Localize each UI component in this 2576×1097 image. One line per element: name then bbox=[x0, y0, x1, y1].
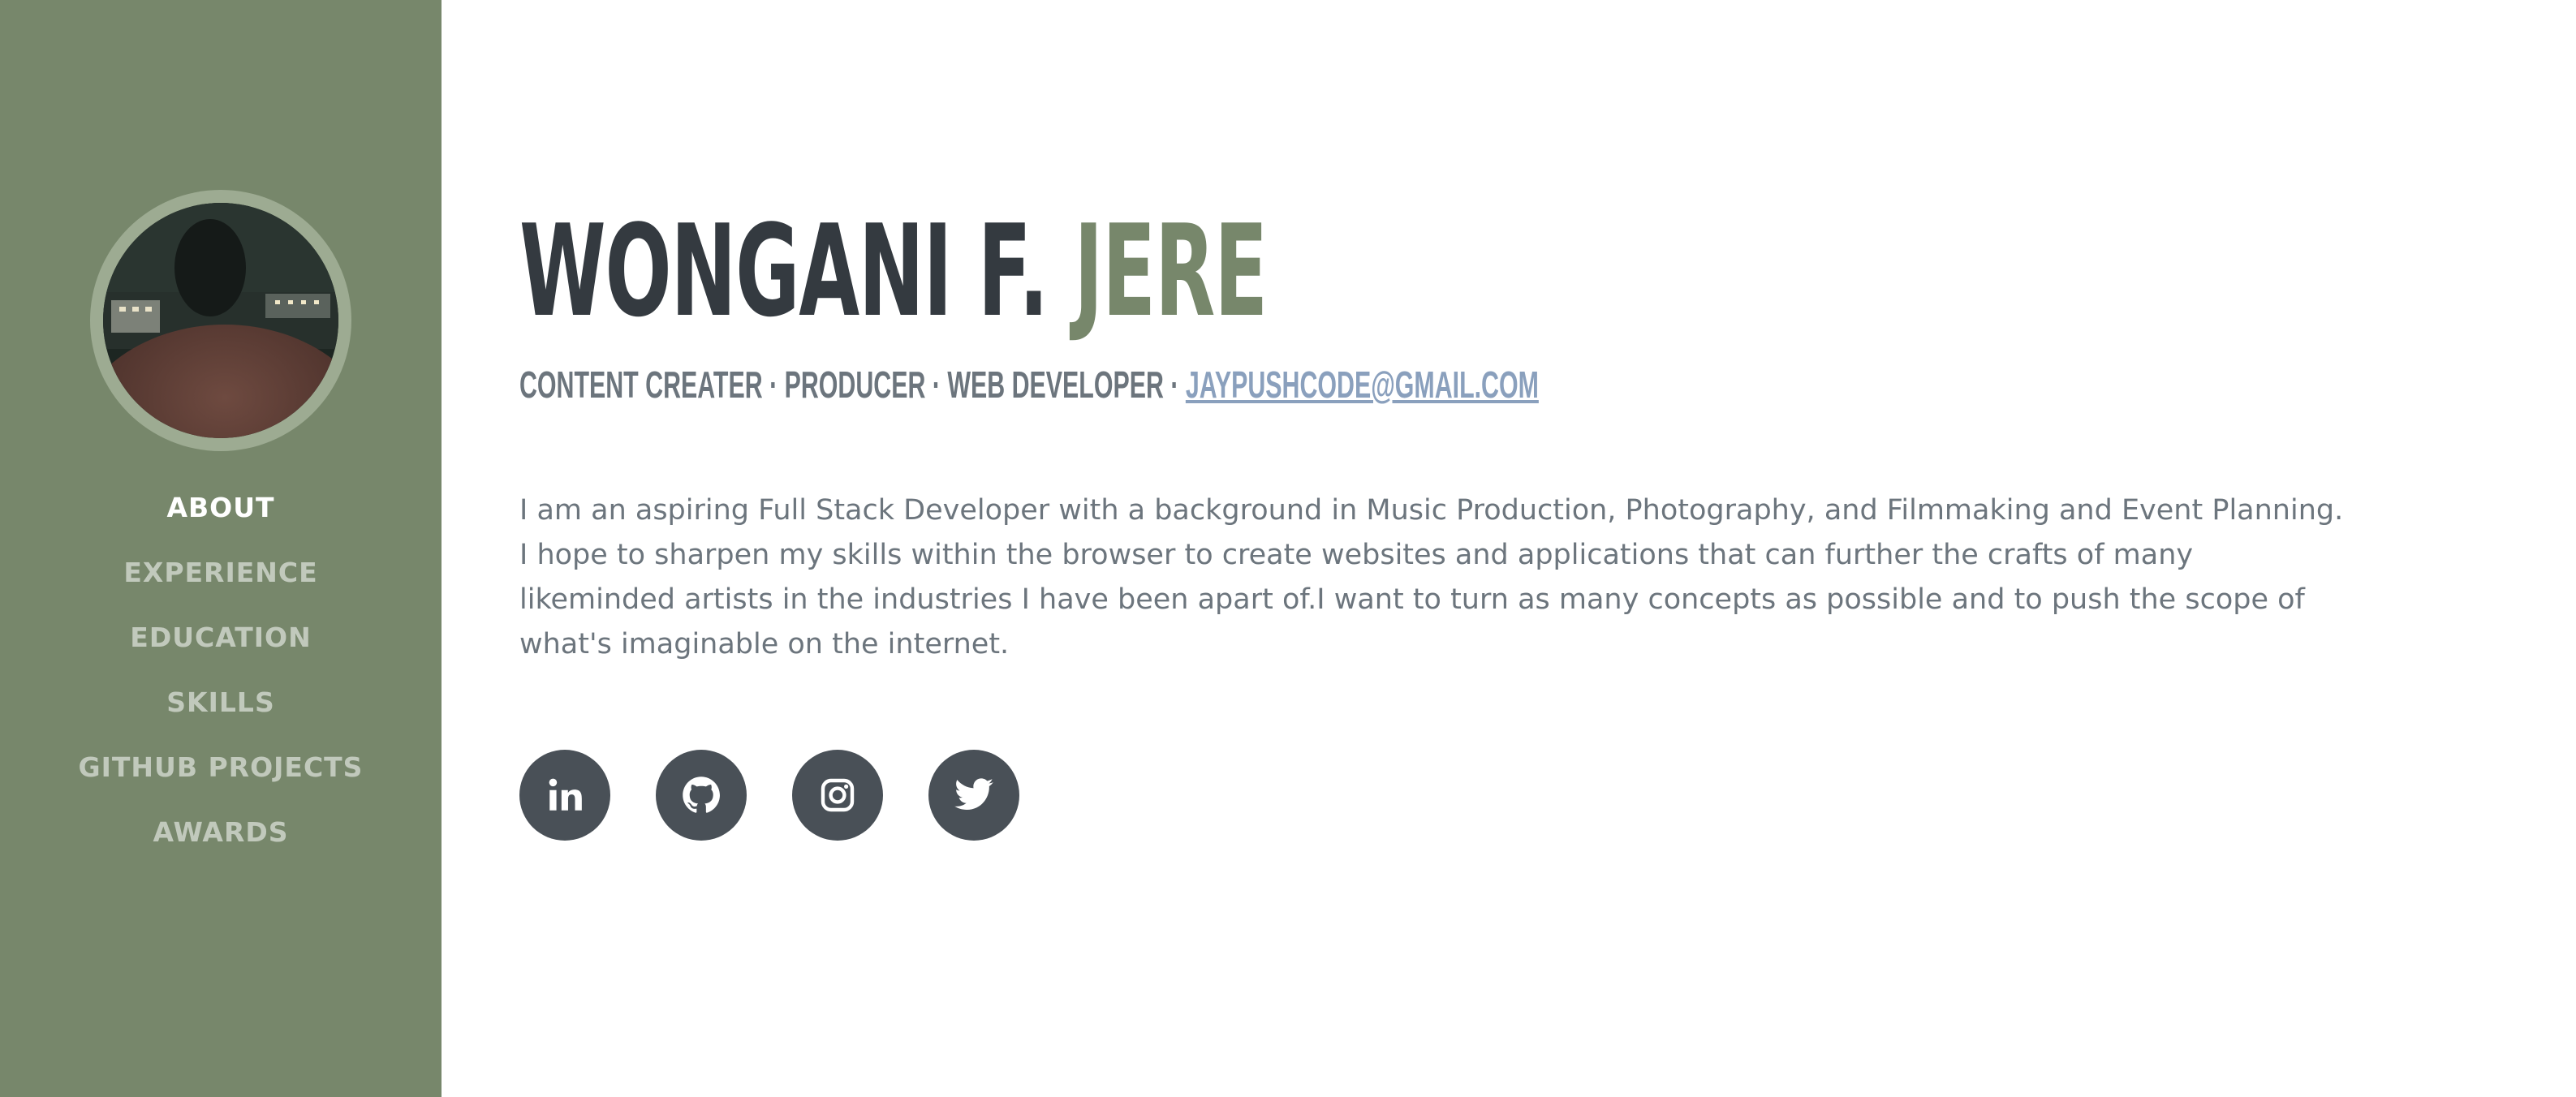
nav-item-github-projects[interactable]: GITHUB PROJECTS bbox=[0, 743, 442, 808]
nav-link-about[interactable]: ABOUT bbox=[166, 492, 274, 523]
twitter-icon bbox=[954, 778, 993, 810]
nav-item-education[interactable]: EDUCATION bbox=[0, 613, 442, 678]
first-name: WONGANI F. bbox=[519, 197, 1049, 345]
nav-item-experience[interactable]: EXPERIENCE bbox=[0, 548, 442, 613]
twitter-button[interactable] bbox=[928, 750, 1019, 841]
avatar[interactable] bbox=[103, 203, 338, 438]
sidebar-nav: ABOUT EXPERIENCE EDUCATION SKILLS GITHUB… bbox=[0, 484, 442, 873]
sidebar: ABOUT EXPERIENCE EDUCATION SKILLS GITHUB… bbox=[0, 0, 442, 1097]
github-button[interactable] bbox=[656, 750, 747, 841]
avatar-ring bbox=[90, 190, 351, 451]
nav-link-experience[interactable]: EXPERIENCE bbox=[123, 557, 317, 588]
avatar-photo bbox=[103, 203, 338, 438]
nav-item-about[interactable]: ABOUT bbox=[0, 484, 442, 548]
roles-text: CONTENT CREATER · PRODUCER · WEB DEVELOP… bbox=[519, 364, 1179, 406]
linkedin-button[interactable] bbox=[519, 750, 610, 841]
nav-item-awards[interactable]: AWARDS bbox=[0, 808, 442, 873]
nav-link-github-projects[interactable]: GITHUB PROJECTS bbox=[79, 751, 364, 783]
github-icon bbox=[683, 777, 720, 813]
instagram-button[interactable] bbox=[792, 750, 883, 841]
subheading: CONTENT CREATER · PRODUCER · WEB DEVELOP… bbox=[519, 360, 1539, 409]
linkedin-icon bbox=[549, 778, 582, 811]
nav-item-skills[interactable]: SKILLS bbox=[0, 678, 442, 743]
nav-link-education[interactable]: EDUCATION bbox=[130, 622, 311, 653]
instagram-icon bbox=[821, 778, 855, 812]
page-title: WONGANI F. JERE bbox=[519, 197, 1268, 345]
page: ABOUT EXPERIENCE EDUCATION SKILLS GITHUB… bbox=[0, 0, 2576, 1097]
bio-text: I am an aspiring Full Stack Developer wi… bbox=[519, 494, 2344, 660]
social-icons bbox=[519, 750, 1019, 841]
email-link[interactable]: JAYPUSHCODE@GMAIL.COM bbox=[1186, 364, 1539, 406]
nav-link-skills[interactable]: SKILLS bbox=[166, 686, 274, 718]
last-name: JERE bbox=[1074, 197, 1268, 345]
nav-link-awards[interactable]: AWARDS bbox=[153, 816, 288, 848]
